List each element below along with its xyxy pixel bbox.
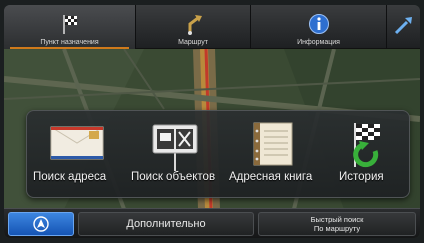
menu-item-address-search[interactable]: Поиск адреса [27,111,125,199]
checkered-flag-icon [62,15,77,34]
info-icon [308,14,329,34]
menu-item-label: Поиск адреса [33,171,107,183]
tab-label: Информация [297,39,340,46]
settings-tools-icon [394,17,412,35]
tab-settings[interactable] [387,5,420,49]
poi-signpost-icon [152,124,198,171]
tab-destination[interactable]: Пункт назначения [4,5,136,49]
menu-item-address-book[interactable]: Адресная книга [223,111,321,199]
tab-label: Пункт назначения [40,39,99,46]
tab-label: Маршрут [178,39,208,46]
navigation-button[interactable] [8,212,74,236]
menu-item-label: История [339,171,384,183]
address-book-icon [253,122,293,166]
menu-item-label: Адресная книга [229,171,313,183]
envelope-icon [50,126,104,160]
tab-route[interactable]: Маршрут [136,5,251,49]
more-button-label: Дополнительно [126,218,206,230]
menu-item-poi-search[interactable]: Поиск объектов [125,111,223,199]
quick-search-along-route-button[interactable]: Быстрый поиск По маршруту [258,212,416,236]
tab-information[interactable]: Информация [251,5,387,49]
compass-arrow-icon [33,216,49,232]
top-tab-bar: Пункт назначения Маршрут Информация [4,5,420,49]
quick-search-line2: По маршруту [313,224,361,233]
navigation-screen: Пункт назначения Маршрут Информация Поис… [4,5,420,238]
bottom-bar: Дополнительно Быстрый поиск По маршруту [4,208,420,238]
history-flag-icon [353,123,380,168]
route-arrow-icon [188,15,202,35]
menu-item-label: Поиск объектов [131,171,216,183]
quick-search-line1: Быстрый поиск [310,215,364,224]
menu-item-history[interactable]: История [321,111,411,199]
destination-menu-panel: Поиск адреса Поиск объектов Адресная кни… [26,110,410,198]
more-button[interactable]: Дополнительно [78,212,254,236]
